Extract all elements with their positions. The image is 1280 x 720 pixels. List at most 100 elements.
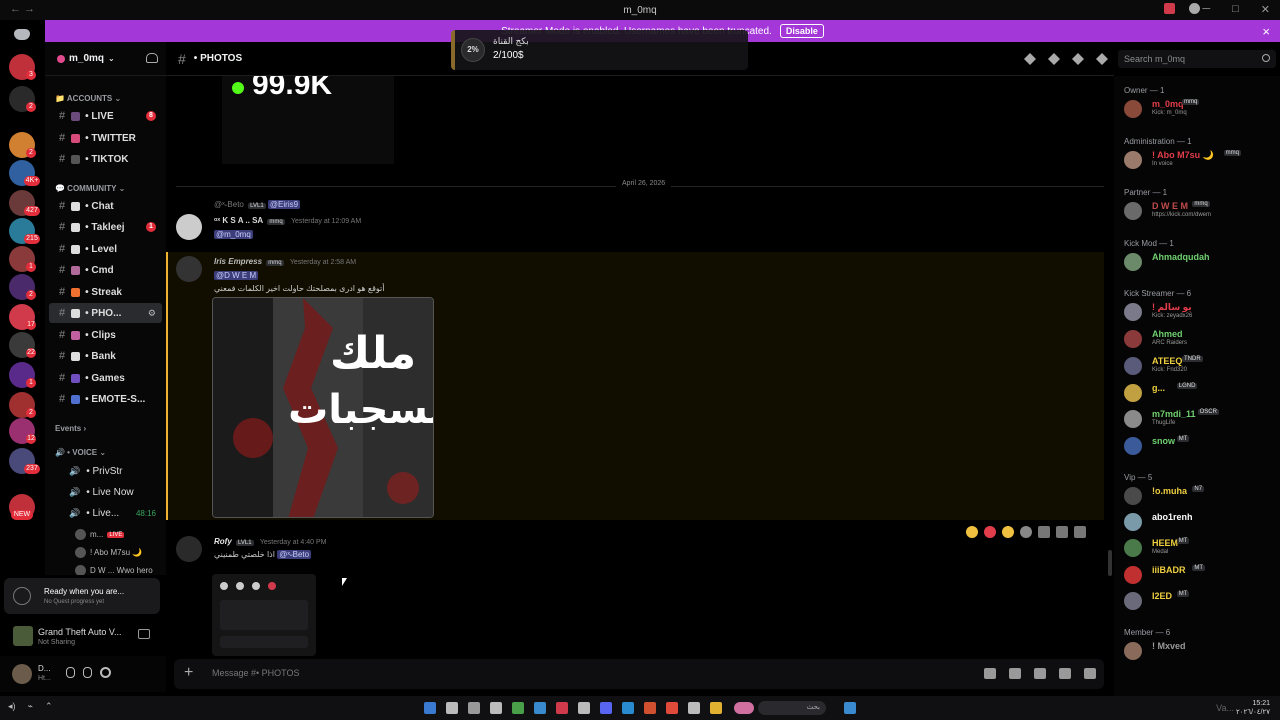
inbox-icon[interactable] — [1164, 3, 1175, 14]
channel-item[interactable]: # • PHO... ⚙ — [49, 303, 162, 323]
taskbar-app-icon[interactable] — [710, 702, 722, 714]
image-attachment[interactable] — [212, 574, 316, 656]
network-icon[interactable]: ⌁ — [28, 701, 33, 712]
image-attachment[interactable]: 99.9K — [222, 76, 394, 164]
member-item[interactable]: ATEEQ TNDR Kick: Fnd320 — [1124, 355, 1280, 377]
channel-item[interactable]: # • TWITTER — [49, 128, 162, 148]
gift-icon[interactable] — [984, 668, 996, 679]
member-item[interactable]: !o.muha N7 — [1124, 485, 1280, 507]
heart-icon[interactable] — [984, 526, 996, 538]
members-icon[interactable] — [1096, 53, 1108, 65]
channel-item[interactable]: # • Games — [49, 368, 162, 388]
taskbar-app-icon[interactable] — [644, 702, 656, 714]
taskbar-app-icon[interactable] — [600, 702, 612, 714]
threads-icon[interactable] — [1024, 53, 1036, 65]
scrollbar[interactable] — [1108, 550, 1112, 576]
help-icon[interactable] — [1189, 3, 1200, 14]
taskbar-app-icon[interactable] — [556, 702, 568, 714]
headphones-icon[interactable] — [83, 667, 92, 678]
voice-user[interactable]: ! Abo M7su 🌙 — [75, 547, 142, 558]
clock[interactable]: 15:21 ٢٠٢٦/٠٤/٢٧ — [1236, 699, 1270, 717]
channel-item[interactable]: # • TIKTOK — [49, 149, 162, 169]
taskbar-app-icon[interactable] — [468, 702, 480, 714]
reply-preview[interactable]: @ˣ˶Beto LVL1 @Eiris9 — [214, 200, 301, 209]
member-item[interactable]: D W E M mmq https://kick.com/dwem — [1124, 200, 1280, 222]
voice-channel[interactable]: 🔊 • Live Now — [49, 482, 162, 502]
channel-item[interactable]: # • Bank — [49, 346, 162, 366]
taskbar-app-icon[interactable] — [688, 702, 700, 714]
taskbar-app-icon[interactable] — [424, 702, 436, 714]
taskbar-app-icon[interactable] — [622, 702, 634, 714]
laugh-icon[interactable] — [1002, 526, 1014, 538]
taskbar-app-icon[interactable] — [512, 702, 524, 714]
discord-home-icon[interactable] — [10, 24, 34, 44]
pin-icon[interactable] — [1072, 53, 1084, 65]
member-item[interactable]: ! Mxved — [1124, 640, 1280, 662]
invite-icon[interactable] — [146, 53, 158, 63]
avatar[interactable] — [176, 536, 202, 562]
server-header[interactable]: m_0mq ⌄ — [45, 42, 166, 76]
taskbar-app-icon[interactable] — [446, 702, 458, 714]
speaker-icon[interactable]: ◂) — [8, 701, 16, 712]
taskbar-app-icon[interactable] — [578, 702, 590, 714]
message-composer[interactable]: + Message #• PHOTOS — [174, 659, 1104, 689]
avatar[interactable] — [176, 214, 202, 240]
member-item[interactable]: m7mdi_11 OSCR ThugLife — [1124, 408, 1280, 430]
member-item[interactable]: m_0mq mmq Kick: m_0mq — [1124, 98, 1280, 120]
emoji-icon[interactable] — [1059, 668, 1071, 679]
member-item[interactable]: iiiBADR MT — [1124, 564, 1280, 586]
channel-item[interactable]: # • Clips — [49, 325, 162, 345]
taskbar-search[interactable]: بحث — [758, 701, 826, 715]
category-community[interactable]: 💬 COMMUNITY ⌄ — [55, 184, 125, 193]
add-reaction-icon[interactable] — [1020, 526, 1032, 538]
forward-icon[interactable] — [1056, 526, 1068, 538]
disable-button[interactable]: Disable — [779, 24, 824, 38]
member-item[interactable]: ! Abo M7su 🌙 mmq In voice — [1124, 149, 1280, 171]
gear-icon[interactable]: ⚙ — [148, 308, 156, 319]
windows-start-icon[interactable] — [844, 702, 856, 714]
apps-icon[interactable] — [1084, 668, 1096, 679]
category-accounts[interactable]: 📁 ACCOUNTS ⌄ — [55, 94, 121, 103]
close-icon[interactable]: × — [1262, 24, 1270, 39]
channel-item[interactable]: # • Cmd — [49, 260, 162, 280]
channel-item[interactable]: # • EMOTE-S... — [49, 389, 162, 409]
category-events[interactable]: Events › — [55, 424, 86, 433]
minimize-button[interactable]: ─ — [1202, 3, 1210, 16]
reply-icon[interactable] — [1038, 526, 1050, 538]
channel-item[interactable]: # • LIVE 8 — [49, 106, 162, 126]
game-activity[interactable]: Grand Theft Auto V... Not Sharing — [4, 620, 160, 654]
taskbar-app-icon[interactable] — [534, 702, 546, 714]
taskbar-app-icon[interactable] — [490, 702, 502, 714]
channel-item[interactable]: # • Level — [49, 239, 162, 259]
gear-icon[interactable] — [100, 667, 111, 678]
more-icon[interactable] — [1074, 526, 1086, 538]
maximize-button[interactable]: □ — [1232, 3, 1239, 16]
avatar[interactable] — [12, 664, 32, 684]
image-attachment[interactable]: ملك السجبات — [212, 297, 434, 518]
quest-card[interactable]: Ready when you are... No Quest progress … — [4, 578, 160, 614]
close-window-button[interactable]: ✕ — [1261, 3, 1270, 16]
channel-item[interactable]: # • Chat — [49, 196, 162, 216]
voice-channel[interactable]: 🔊 • PrivStr — [49, 461, 162, 481]
add-attachment-icon[interactable]: + — [184, 664, 193, 682]
gif-icon[interactable] — [1009, 668, 1021, 679]
member-item[interactable]: g... LGND — [1124, 382, 1280, 404]
sticker-icon[interactable] — [1034, 668, 1046, 679]
member-item[interactable]: ! يو سالم Kick: zeyadx26 — [1124, 301, 1280, 323]
avatar[interactable] — [176, 256, 202, 282]
member-item[interactable]: Ahmed ARC Raiders — [1124, 328, 1280, 350]
voice-channel[interactable]: 🔊 • Live... 48:16 — [49, 503, 162, 523]
category-voice[interactable]: 🔊 • VOICE ⌄ — [55, 448, 106, 457]
member-item[interactable]: I2ED MT — [1124, 590, 1280, 612]
taskbar-app-icon[interactable] — [666, 702, 678, 714]
channel-item[interactable]: # • Takleej 1 — [49, 217, 162, 237]
channel-item[interactable]: # • Streak — [49, 282, 162, 302]
emoji-icon[interactable] — [966, 526, 978, 538]
member-item[interactable]: Ahmadqudah — [1124, 251, 1280, 273]
voice-user[interactable]: m... LIVE — [75, 529, 125, 540]
search-input[interactable]: Search m_0mq — [1118, 50, 1276, 68]
mic-icon[interactable] — [66, 667, 75, 678]
member-item[interactable]: HEEM MT Medal — [1124, 537, 1280, 559]
notifications-icon[interactable] — [1048, 53, 1060, 65]
taskbar-app-icon[interactable] — [734, 702, 754, 714]
